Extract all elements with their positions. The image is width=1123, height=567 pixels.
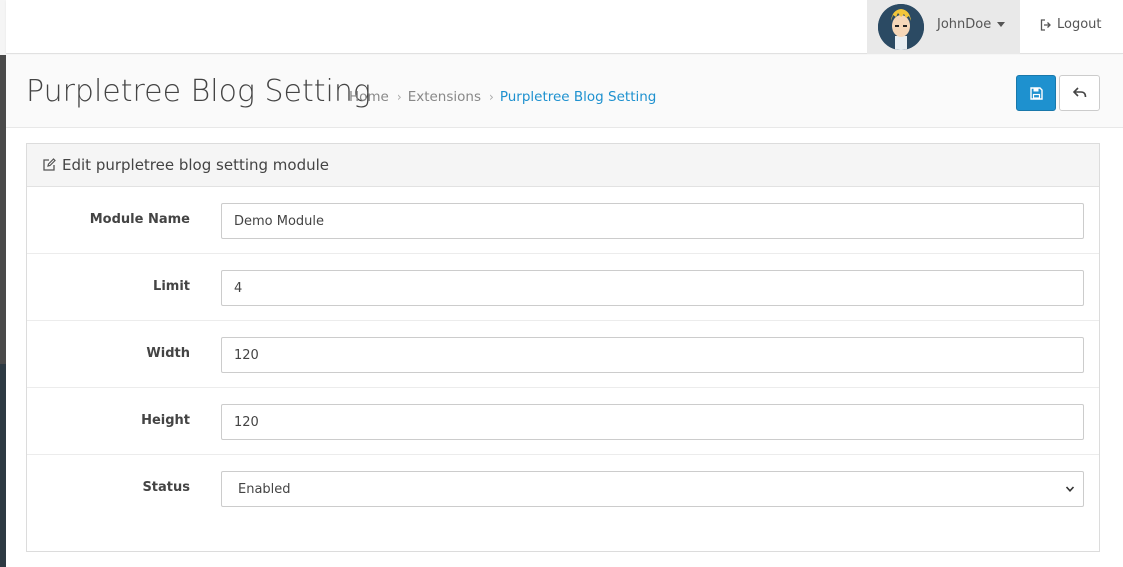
module-name-input[interactable]: Demo Module — [221, 203, 1084, 239]
page-header: Purpletree Blog Setting Home › Extension… — [6, 55, 1123, 128]
form-row-status: Status Enabled — [27, 455, 1099, 522]
page-title: Purpletree Blog Setting — [26, 74, 371, 109]
pencil-square-icon — [43, 158, 56, 171]
field-label: Limit — [153, 279, 190, 294]
form-row-height: Height 120 — [27, 388, 1099, 455]
form-row-module-name: Module Name Demo Module — [27, 187, 1099, 254]
breadcrumb-current[interactable]: Purpletree Blog Setting — [500, 89, 657, 105]
reply-icon — [1072, 87, 1086, 98]
breadcrumb-home[interactable]: Home — [349, 89, 389, 105]
user-menu[interactable]: JohnDoe — [867, 0, 1020, 54]
user-name: JohnDoe — [937, 17, 992, 32]
logout-label: Logout — [1057, 17, 1102, 32]
width-input[interactable]: 120 — [221, 337, 1084, 373]
panel-heading: Edit purpletree blog setting module — [27, 144, 1099, 187]
field-label: Status — [142, 480, 190, 495]
status-select-value: Enabled — [238, 481, 291, 497]
form-row-width: Width 120 — [27, 321, 1099, 388]
save-button[interactable] — [1016, 75, 1056, 111]
breadcrumb-separator: › — [396, 90, 402, 104]
status-select[interactable]: Enabled — [221, 471, 1084, 507]
breadcrumb-extensions[interactable]: Extensions — [408, 89, 481, 105]
panel-heading-text: Edit purpletree blog setting module — [62, 156, 330, 174]
top-header: JohnDoe Logout — [6, 0, 1123, 54]
back-button[interactable] — [1059, 75, 1100, 111]
height-input[interactable]: 120 — [221, 404, 1084, 440]
field-label: Width — [146, 346, 190, 361]
save-icon — [1029, 86, 1043, 100]
field-label: Height — [141, 413, 190, 428]
limit-input[interactable]: 4 — [221, 270, 1084, 306]
sidebar-edge-bottom — [0, 364, 6, 567]
chevron-down-icon — [1065, 486, 1075, 492]
breadcrumb-separator: › — [489, 90, 494, 104]
breadcrumb: Home › Extensions › Purpletree Blog Sett… — [349, 89, 656, 105]
form-row-limit: Limit 4 — [27, 254, 1099, 321]
logout-link[interactable]: Logout — [1040, 17, 1102, 32]
avatar — [878, 4, 924, 50]
module-panel: Edit purpletree blog setting module Modu… — [26, 143, 1100, 552]
caret-down-icon — [997, 22, 1005, 27]
field-label: Module Name — [89, 212, 190, 227]
sign-out-icon — [1040, 18, 1051, 31]
